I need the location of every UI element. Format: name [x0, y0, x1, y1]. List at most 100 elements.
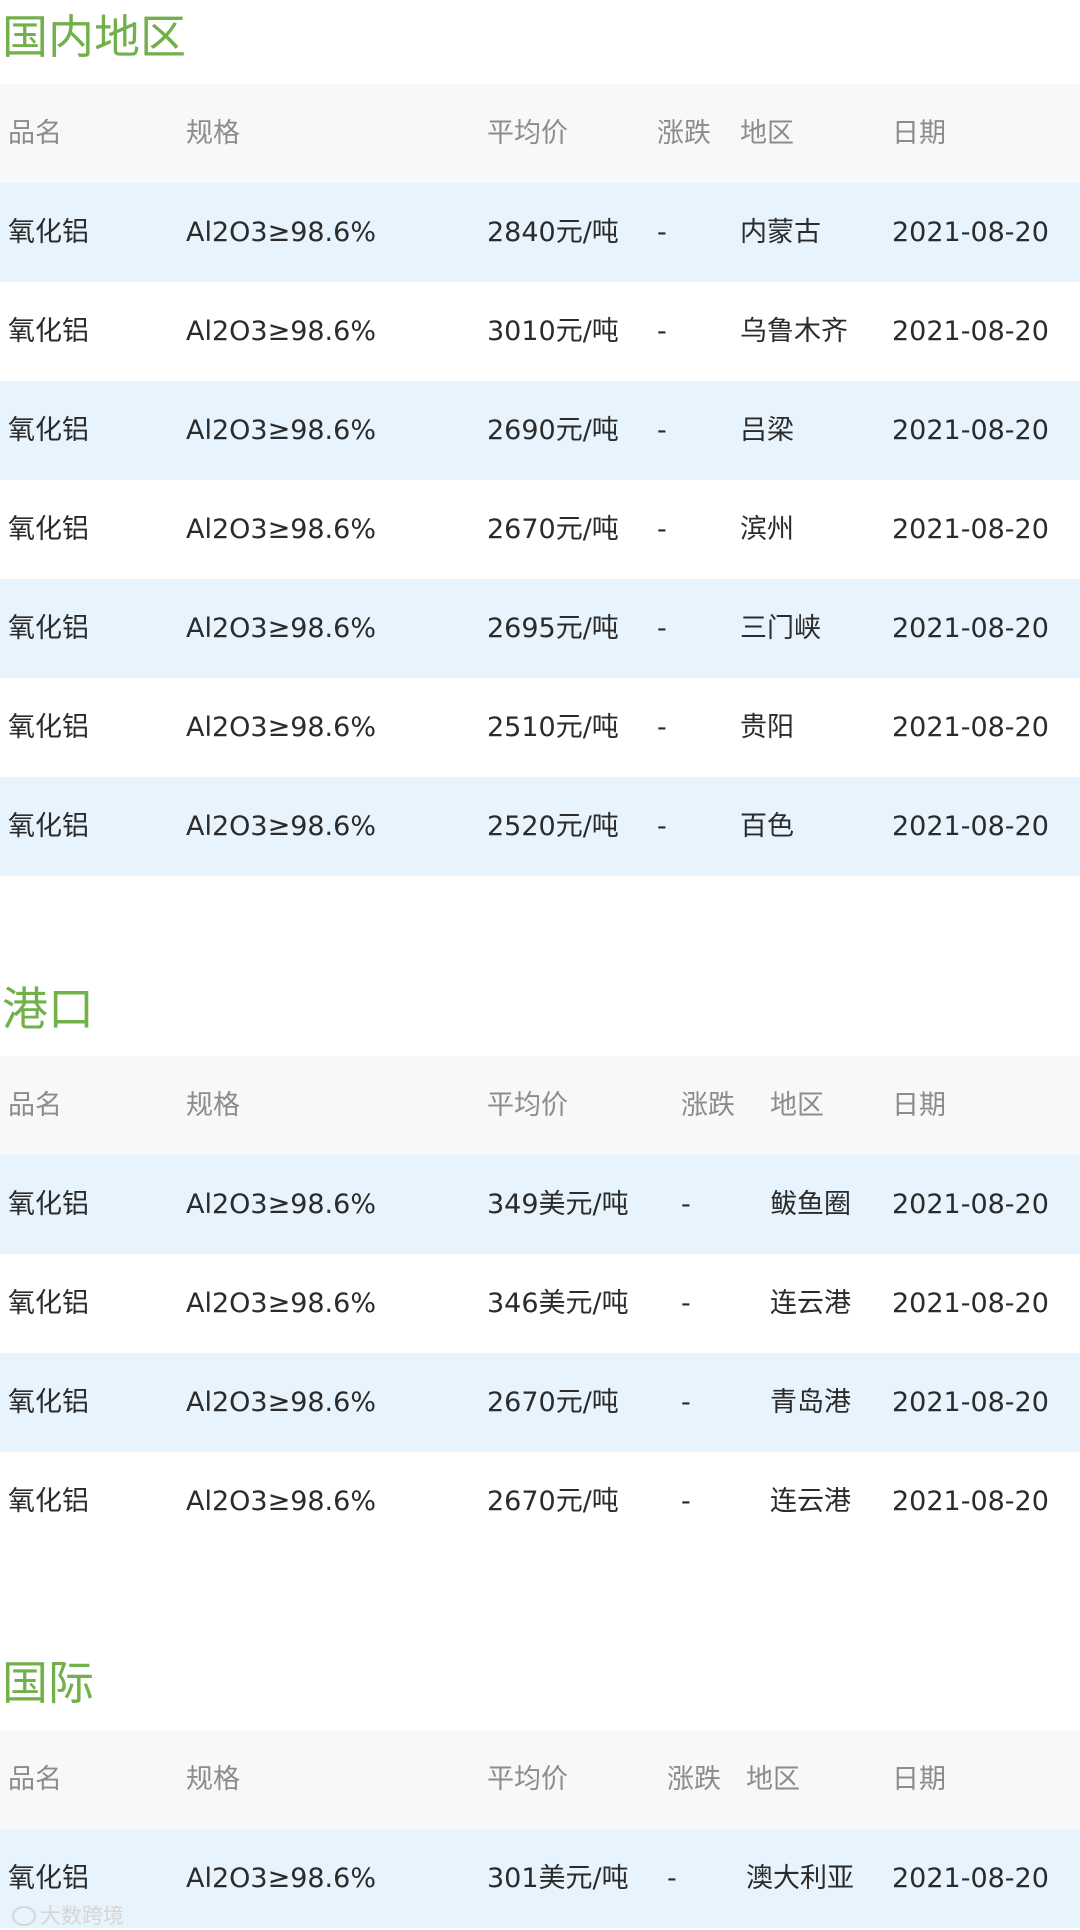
cell-price: 2840元/吨 — [487, 217, 619, 248]
header-price: 平均价 — [487, 1090, 568, 1121]
cell-price: 2690元/吨 — [487, 415, 619, 446]
cell-price: 349美元/吨 — [487, 1189, 629, 1220]
table-international: 品名 规格 平均价 涨跌 地区 日期 氧化铝 Al2O3≥98.6% 301美元/吨 - 澳大利亚 2… — [0, 1730, 1080, 1928]
cell-change: - — [681, 1189, 691, 1220]
cell-spec: Al2O3≥98.6% — [186, 1189, 376, 1220]
cell-region: 连云港 — [770, 1288, 851, 1319]
cell-date: 2021-08-20 — [892, 613, 1049, 644]
cell-date: 2021-08-20 — [892, 1486, 1049, 1517]
table-row: 氧化铝 Al2O3≥98.6% 2670元/吨 - 滨州 2021-08-20 — [0, 480, 1080, 579]
header-name: 品名 — [8, 1090, 62, 1121]
table-header-row: 品名 规格 平均价 涨跌 地区 日期 — [0, 84, 1080, 183]
table-header-row: 品名 规格 平均价 涨跌 地区 日期 — [0, 1056, 1080, 1155]
cell-price: 301美元/吨 — [487, 1863, 629, 1894]
table-row: 氧化铝 Al2O3≥98.6% 2510元/吨 - 贵阳 2021-08-20 — [0, 678, 1080, 777]
table-row: 氧化铝 Al2O3≥98.6% 301美元/吨 - 澳大利亚 2021-08-20 — [0, 1829, 1080, 1928]
cell-name: 氧化铝 — [8, 1189, 89, 1220]
cell-date: 2021-08-20 — [892, 217, 1049, 248]
cell-price: 2670元/吨 — [487, 1387, 619, 1418]
cell-change: - — [657, 811, 667, 842]
cell-price: 3010元/吨 — [487, 316, 619, 347]
table-row: 氧化铝 Al2O3≥98.6% 349美元/吨 - 鲅鱼圈 2021-08-20 — [0, 1155, 1080, 1254]
cell-price: 2670元/吨 — [487, 1486, 619, 1517]
cell-date: 2021-08-20 — [892, 1863, 1049, 1894]
cell-date: 2021-08-20 — [892, 316, 1049, 347]
header-change: 涨跌 — [681, 1090, 735, 1121]
cell-date: 2021-08-20 — [892, 1189, 1049, 1220]
cell-spec: Al2O3≥98.6% — [186, 514, 376, 545]
cell-name: 氧化铝 — [8, 415, 89, 446]
table-row: 氧化铝 Al2O3≥98.6% 2840元/吨 - 内蒙古 2021-08-20 — [0, 183, 1080, 282]
watermark-text: 大数跨境 — [40, 1904, 124, 1928]
table-row: 氧化铝 Al2O3≥98.6% 2690元/吨 - 吕梁 2021-08-20 — [0, 381, 1080, 480]
section-title-international: 国际 — [2, 1656, 94, 1710]
cell-region: 百色 — [740, 811, 794, 842]
cell-change: - — [657, 514, 667, 545]
cell-spec: Al2O3≥98.6% — [186, 613, 376, 644]
cell-spec: Al2O3≥98.6% — [186, 415, 376, 446]
cell-region: 三门峡 — [740, 613, 821, 644]
cell-spec: Al2O3≥98.6% — [186, 712, 376, 743]
cell-change: - — [657, 217, 667, 248]
cell-price: 2510元/吨 — [487, 712, 619, 743]
cell-name: 氧化铝 — [8, 712, 89, 743]
header-spec: 规格 — [186, 1764, 240, 1795]
cell-spec: Al2O3≥98.6% — [186, 1288, 376, 1319]
cell-name: 氧化铝 — [8, 613, 89, 644]
header-spec: 规格 — [186, 1090, 240, 1121]
cell-spec: Al2O3≥98.6% — [186, 1387, 376, 1418]
cell-date: 2021-08-20 — [892, 811, 1049, 842]
cell-spec: Al2O3≥98.6% — [186, 316, 376, 347]
header-name: 品名 — [8, 118, 62, 149]
cell-region: 连云港 — [770, 1486, 851, 1517]
header-change: 涨跌 — [667, 1764, 721, 1795]
cell-date: 2021-08-20 — [892, 1387, 1049, 1418]
cell-name: 氧化铝 — [8, 514, 89, 545]
table-row: 氧化铝 Al2O3≥98.6% 3010元/吨 - 乌鲁木齐 2021-08-20 — [0, 282, 1080, 381]
header-date: 日期 — [892, 118, 946, 149]
header-date: 日期 — [892, 1090, 946, 1121]
cell-region: 澳大利亚 — [746, 1863, 854, 1894]
cell-name: 氧化铝 — [8, 1486, 89, 1517]
cell-change: - — [681, 1486, 691, 1517]
cell-region: 乌鲁木齐 — [740, 316, 848, 347]
cell-region: 鲅鱼圈 — [770, 1189, 851, 1220]
section-title-port: 港口 — [2, 982, 94, 1036]
cell-name: 氧化铝 — [8, 316, 89, 347]
header-price: 平均价 — [487, 118, 568, 149]
watermark-logo-icon — [12, 1906, 36, 1926]
cell-spec: Al2O3≥98.6% — [186, 1486, 376, 1517]
cell-date: 2021-08-20 — [892, 415, 1049, 446]
table-row: 氧化铝 Al2O3≥98.6% 2520元/吨 - 百色 2021-08-20 — [0, 777, 1080, 876]
cell-region: 青岛港 — [770, 1387, 851, 1418]
cell-date: 2021-08-20 — [892, 712, 1049, 743]
table-port: 品名 规格 平均价 涨跌 地区 日期氧化铝 Al2O3≥98.6% 349美元/吨 - 鲅鱼圈 20… — [0, 1056, 1080, 1551]
cell-date: 2021-08-20 — [892, 1288, 1049, 1319]
cell-change: - — [657, 613, 667, 644]
header-price: 平均价 — [487, 1764, 568, 1795]
table-row: 氧化铝 Al2O3≥98.6% 2670元/吨 - 连云港 2021-08-20 — [0, 1452, 1080, 1551]
cell-date: 2021-08-20 — [892, 514, 1049, 545]
cell-spec: Al2O3≥98.6% — [186, 811, 376, 842]
cell-region: 内蒙古 — [740, 217, 821, 248]
watermark: 大数跨境 — [12, 1900, 124, 1930]
cell-change: - — [667, 1863, 677, 1894]
header-spec: 规格 — [186, 118, 240, 149]
cell-price: 2520元/吨 — [487, 811, 619, 842]
table-row: 氧化铝 Al2O3≥98.6% 346美元/吨 - 连云港 2021-08-20 — [0, 1254, 1080, 1353]
header-region: 地区 — [770, 1090, 824, 1121]
section-title-domestic: 国内地区 — [2, 10, 186, 64]
cell-change: - — [657, 316, 667, 347]
cell-name: 氧化铝 — [8, 1288, 89, 1319]
cell-region: 贵阳 — [740, 712, 794, 743]
table-row: 氧化铝 Al2O3≥98.6% 2670元/吨 - 青岛港 2021-08-20 — [0, 1353, 1080, 1452]
cell-change: - — [681, 1387, 691, 1418]
header-date: 日期 — [892, 1764, 946, 1795]
cell-region: 滨州 — [740, 514, 794, 545]
table-domestic: 品名 规格 平均价 涨跌 地区 日期氧化铝 Al2O3≥98.6% 2840元/吨 - 内蒙古 20… — [0, 84, 1080, 876]
cell-change: - — [657, 415, 667, 446]
cell-spec: Al2O3≥98.6% — [186, 217, 376, 248]
header-change: 涨跌 — [657, 118, 711, 149]
cell-price: 2670元/吨 — [487, 514, 619, 545]
header-region: 地区 — [740, 118, 794, 149]
